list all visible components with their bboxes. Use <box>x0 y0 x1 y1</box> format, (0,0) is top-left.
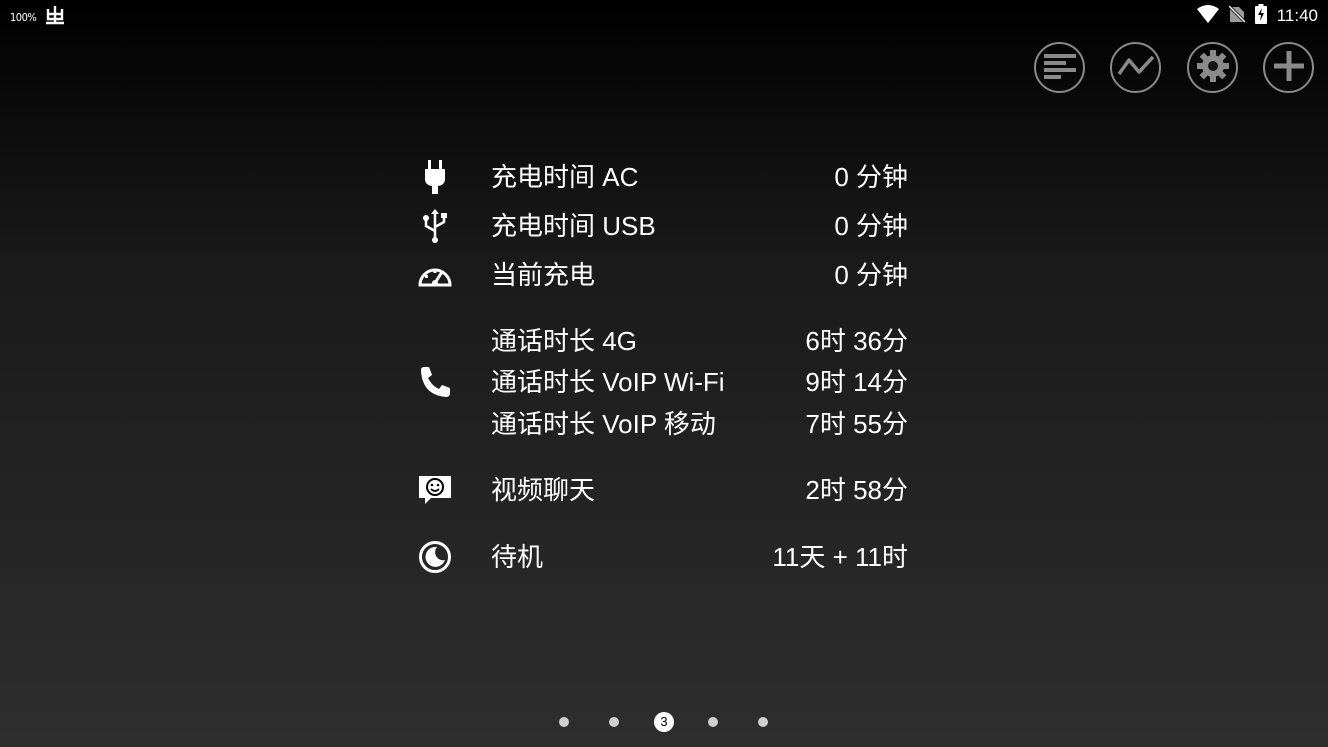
stat-label: 通话时长 VoIP 移动 <box>491 409 716 439</box>
speedometer-icon <box>416 257 454 293</box>
settings-button[interactable] <box>1187 42 1238 93</box>
stat-label: 通话时长 4G <box>491 326 637 356</box>
usb-icon <box>416 208 454 244</box>
wifi-icon <box>1196 5 1219 27</box>
gear-icon <box>1196 49 1230 87</box>
stat-value: 6时 36分 <box>805 326 908 356</box>
stat-value: 11天 + 11时 <box>772 542 908 572</box>
page-dot-2[interactable] <box>609 717 619 727</box>
stat-row-current-charge: 当前充电 0 分钟 <box>0 257 1328 293</box>
status-bar-right: 11:40 <box>1196 4 1318 28</box>
trend-button[interactable] <box>1110 42 1161 93</box>
stat-row-call-voip-mobile: 通话时长 VoIP 移动 7时 55分 <box>0 406 1328 442</box>
page-dot-1[interactable] <box>559 717 569 727</box>
trend-icon <box>1117 54 1155 82</box>
standby-moon-icon <box>416 539 454 575</box>
page-indicator: 3 <box>0 712 1328 732</box>
stat-label: 当前充电 <box>491 260 596 290</box>
no-sim-icon <box>1227 4 1246 27</box>
clock: 11:40 <box>1276 6 1318 25</box>
page-dot-current[interactable]: 3 <box>654 712 674 732</box>
stat-row-charge-ac: 充电时间 AC 0 分钟 <box>0 159 1328 195</box>
stat-value: 0 分钟 <box>834 162 908 192</box>
stat-value: 0 分钟 <box>834 211 908 241</box>
page-dot-5[interactable] <box>758 717 768 727</box>
stat-label: 充电时间 USB <box>491 211 656 241</box>
plus-icon <box>1272 49 1306 87</box>
list-icon <box>1043 53 1077 83</box>
video-chat-icon <box>416 472 454 508</box>
battery-charging-icon <box>1254 4 1267 28</box>
list-button[interactable] <box>1034 42 1085 93</box>
stat-row-standby: 待机 11天 + 11时 <box>0 539 1328 575</box>
bug-icon <box>44 5 66 29</box>
stat-row-charge-usb: 充电时间 USB 0 分钟 <box>0 208 1328 244</box>
page-dot-4[interactable] <box>708 717 718 727</box>
stat-row-video-chat: 视频聊天 2时 58分 <box>0 472 1328 508</box>
stat-label: 通话时长 VoIP Wi-Fi <box>491 367 725 397</box>
stat-value: 0 分钟 <box>834 260 908 290</box>
battery-percent: 100% <box>10 10 37 24</box>
stat-row-call-4g: 通话时长 4G 6时 36分 <box>0 323 1328 359</box>
stat-label: 视频聊天 <box>491 475 596 505</box>
stat-label: 待机 <box>491 542 544 572</box>
stat-value: 2时 58分 <box>805 475 908 505</box>
plug-icon <box>416 159 454 195</box>
status-bar-left: 100% <box>10 5 66 29</box>
stat-value: 9时 14分 <box>805 367 908 397</box>
stat-value: 7时 55分 <box>805 409 908 439</box>
add-button[interactable] <box>1263 42 1314 93</box>
stat-row-call-voip-wifi: 通话时长 VoIP Wi-Fi 9时 14分 <box>0 364 1328 400</box>
stat-label: 充电时间 AC <box>491 162 639 192</box>
